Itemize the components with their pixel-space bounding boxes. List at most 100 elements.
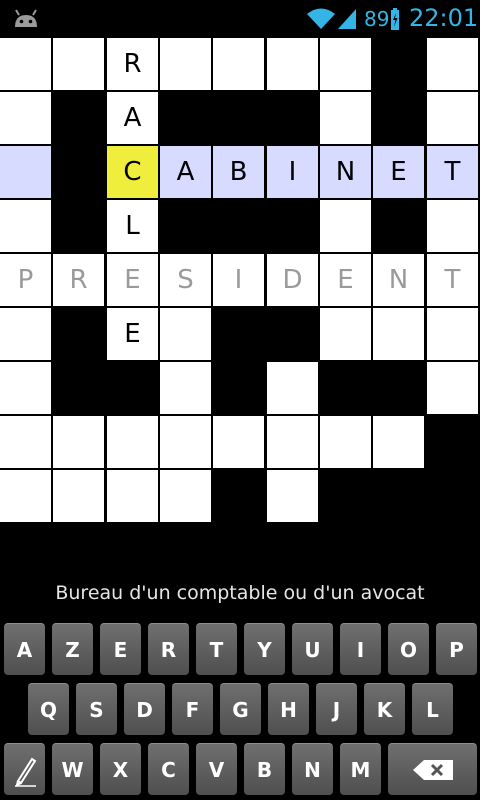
key-i[interactable]: I (340, 623, 381, 675)
backspace-key[interactable] (388, 743, 477, 795)
crossword-grid[interactable]: RACABINETLPRESIDENTE (0, 38, 480, 524)
key-k[interactable]: K (364, 683, 405, 735)
key-b[interactable]: B (244, 743, 285, 795)
grid-cell[interactable] (160, 38, 211, 90)
key-label: P (449, 637, 464, 662)
key-j[interactable]: J (316, 683, 357, 735)
grid-cell[interactable] (427, 362, 478, 414)
key-a[interactable]: A (4, 623, 45, 675)
grid-cell (267, 308, 318, 360)
key-f[interactable]: F (172, 683, 213, 735)
grid-cell (427, 470, 478, 522)
key-t[interactable]: T (196, 623, 237, 675)
grid-cell[interactable]: L (107, 200, 158, 252)
grid-cell[interactable] (0, 308, 51, 360)
grid-cell[interactable]: R (53, 254, 104, 306)
android-icon (15, 9, 37, 27)
grid-cell[interactable] (160, 470, 211, 522)
key-h[interactable]: H (268, 683, 309, 735)
key-o[interactable]: O (388, 623, 429, 675)
grid-cell[interactable]: C (107, 146, 158, 198)
grid-cell[interactable]: E (107, 308, 158, 360)
grid-cell[interactable]: E (373, 146, 424, 198)
grid-cell[interactable]: A (107, 92, 158, 144)
grid-cell[interactable] (320, 200, 371, 252)
grid-cell (373, 470, 424, 522)
key-u[interactable]: U (292, 623, 333, 675)
grid-cell[interactable] (427, 200, 478, 252)
grid-cell[interactable]: T (427, 254, 478, 306)
grid-cell[interactable] (107, 416, 158, 468)
grid-cell[interactable] (53, 416, 104, 468)
grid-cell[interactable] (320, 92, 371, 144)
grid-cell[interactable]: I (267, 146, 318, 198)
grid-cell[interactable]: N (320, 146, 371, 198)
key-d[interactable]: D (124, 683, 165, 735)
grid-cell[interactable] (427, 38, 478, 90)
grid-cell[interactable]: R (107, 38, 158, 90)
grid-cell[interactable] (427, 308, 478, 360)
key-w[interactable]: W (52, 743, 93, 795)
key-q[interactable]: Q (28, 683, 69, 735)
key-label: F (185, 697, 200, 722)
grid-cell[interactable] (267, 416, 318, 468)
grid-cell[interactable] (373, 308, 424, 360)
grid-cell[interactable] (53, 470, 104, 522)
grid-cell[interactable]: I (213, 254, 264, 306)
grid-cell[interactable] (320, 38, 371, 90)
grid-cell[interactable] (267, 470, 318, 522)
grid-cell[interactable] (320, 416, 371, 468)
grid-cell[interactable]: D (267, 254, 318, 306)
grid-cell[interactable] (213, 38, 264, 90)
grid-cell (107, 362, 158, 414)
grid-cell[interactable]: P (0, 254, 51, 306)
grid-cell[interactable] (267, 362, 318, 414)
grid-cell[interactable]: E (320, 254, 371, 306)
grid-cell[interactable] (0, 416, 51, 468)
key-label: W (61, 757, 84, 782)
grid-cell[interactable] (160, 362, 211, 414)
key-v[interactable]: V (196, 743, 237, 795)
key-x[interactable]: X (100, 743, 141, 795)
key-l[interactable]: L (412, 683, 453, 735)
key-e[interactable]: E (100, 623, 141, 675)
grid-cell[interactable] (427, 92, 478, 144)
grid-cell[interactable]: B (213, 146, 264, 198)
key-m[interactable]: M (340, 743, 381, 795)
grid-cell[interactable] (267, 38, 318, 90)
grid-cell[interactable] (0, 362, 51, 414)
key-n[interactable]: N (292, 743, 333, 795)
pencil-key[interactable] (4, 743, 45, 795)
key-label: M (350, 757, 371, 782)
grid-cell[interactable]: N (373, 254, 424, 306)
grid-cell[interactable]: A (160, 146, 211, 198)
key-p[interactable]: P (436, 623, 477, 675)
grid-cell[interactable] (320, 308, 371, 360)
key-r[interactable]: R (148, 623, 189, 675)
grid-cell[interactable] (213, 416, 264, 468)
grid-cell[interactable] (0, 200, 51, 252)
grid-cell[interactable] (53, 38, 104, 90)
grid-cell[interactable] (373, 416, 424, 468)
grid-cell[interactable] (0, 146, 51, 198)
grid-cell (213, 308, 264, 360)
grid-cell[interactable] (160, 416, 211, 468)
key-label: Z (65, 637, 80, 662)
grid-cell[interactable]: S (160, 254, 211, 306)
key-c[interactable]: C (148, 743, 189, 795)
grid-cell[interactable]: T (427, 146, 478, 198)
grid-cell[interactable] (0, 470, 51, 522)
key-g[interactable]: G (220, 683, 261, 735)
key-y[interactable]: Y (244, 623, 285, 675)
grid-cell[interactable] (107, 470, 158, 522)
grid-cell[interactable] (160, 308, 211, 360)
key-label: X (112, 757, 129, 782)
current-clue: Bureau d'un comptable ou d'un avocat (55, 582, 425, 604)
key-s[interactable]: S (76, 683, 117, 735)
grid-cell[interactable] (0, 38, 51, 90)
grid-cell[interactable]: E (107, 254, 158, 306)
grid-cell (160, 92, 211, 144)
grid-cell[interactable] (0, 92, 51, 144)
grid-cell (53, 308, 104, 360)
key-z[interactable]: Z (52, 623, 93, 675)
